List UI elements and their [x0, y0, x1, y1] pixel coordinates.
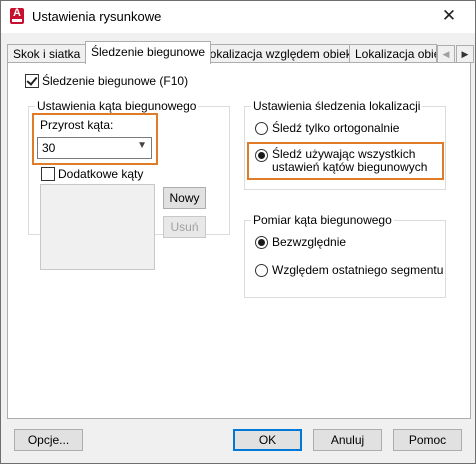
- window-title: Ustawienia rysunkowe: [32, 9, 162, 24]
- tab-scroll-controls: ◀ ▶: [437, 45, 475, 63]
- angle-increment-label: Przyrost kąta:: [40, 118, 114, 132]
- track-orthogonal-label: Śledź tylko ortogonalnie: [272, 121, 400, 135]
- relative-last-segment-radio[interactable]: [255, 264, 268, 277]
- absolute-radio[interactable]: [255, 236, 268, 249]
- chevron-down-icon: ▼: [137, 140, 147, 151]
- track-all-polar-radio[interactable]: [255, 149, 268, 162]
- polar-angle-measurement-group: Pomiar kąta biegunowego: [244, 213, 446, 298]
- autocad-app-icon: A: [10, 7, 24, 24]
- track-all-polar-label-line2: ustawień kątów biegunowych: [272, 160, 428, 174]
- track-all-polar-label-line1: Śledź używając wszystkich: [272, 147, 416, 161]
- radio-selected-dot: [258, 239, 265, 246]
- tab-panel: Śledzenie biegunowe (F10) Ustawienia kąt…: [7, 62, 471, 419]
- delete-angle-button[interactable]: Usuń: [163, 216, 206, 238]
- options-button[interactable]: Opcje...: [14, 429, 83, 451]
- polar-tracking-checkbox[interactable]: [25, 74, 39, 88]
- close-icon: ✕: [441, 6, 457, 25]
- additional-angles-label: Dodatkowe kąty: [58, 167, 144, 181]
- tab-polar-tracking[interactable]: Śledzenie biegunowe: [85, 41, 212, 64]
- tab-snap-and-grid[interactable]: Skok i siatka: [7, 44, 87, 63]
- tab-object-snap-3d[interactable]: Lokalizacja obiek: [349, 44, 437, 63]
- object-snap-tracking-legend: Ustawienia śledzenia lokalizacji: [251, 99, 423, 113]
- angle-increment-select[interactable]: 30 ▼: [37, 137, 152, 159]
- track-orthogonal-radio[interactable]: [255, 122, 268, 135]
- close-button[interactable]: ✕: [429, 3, 469, 29]
- tab-object-snap[interactable]: Lokalizacja względem obiektu: [197, 44, 368, 63]
- polar-angle-measurement-legend: Pomiar kąta biegunowego: [251, 213, 394, 227]
- dialog-window: A Ustawienia rysunkowe ✕ Skok i siatka Ś…: [0, 0, 476, 464]
- title-bar: A Ustawienia rysunkowe ✕: [1, 1, 475, 33]
- relative-last-segment-label: Względem ostatniego segmentu: [272, 263, 444, 277]
- tab-scroll-left-icon[interactable]: ◀: [437, 45, 455, 63]
- new-angle-button[interactable]: Nowy: [163, 187, 206, 209]
- ok-button[interactable]: OK: [233, 429, 302, 451]
- angle-increment-value: 30: [42, 141, 56, 155]
- cancel-button[interactable]: Anuluj: [313, 429, 382, 451]
- additional-angles-checkbox[interactable]: [41, 167, 55, 181]
- polar-tracking-label: Śledzenie biegunowe (F10): [42, 74, 189, 88]
- additional-angles-list[interactable]: [40, 184, 155, 270]
- help-button[interactable]: Pomoc: [393, 429, 462, 451]
- radio-selected-dot: [258, 152, 265, 159]
- polar-angle-settings-legend: Ustawienia kąta biegunowego: [35, 99, 199, 113]
- checkmark-icon: [26, 74, 38, 86]
- absolute-label: Bezwzględnie: [272, 235, 347, 249]
- tab-strip: Skok i siatka Śledzenie biegunowe Lokali…: [1, 39, 475, 64]
- tab-scroll-right-icon[interactable]: ▶: [456, 45, 474, 63]
